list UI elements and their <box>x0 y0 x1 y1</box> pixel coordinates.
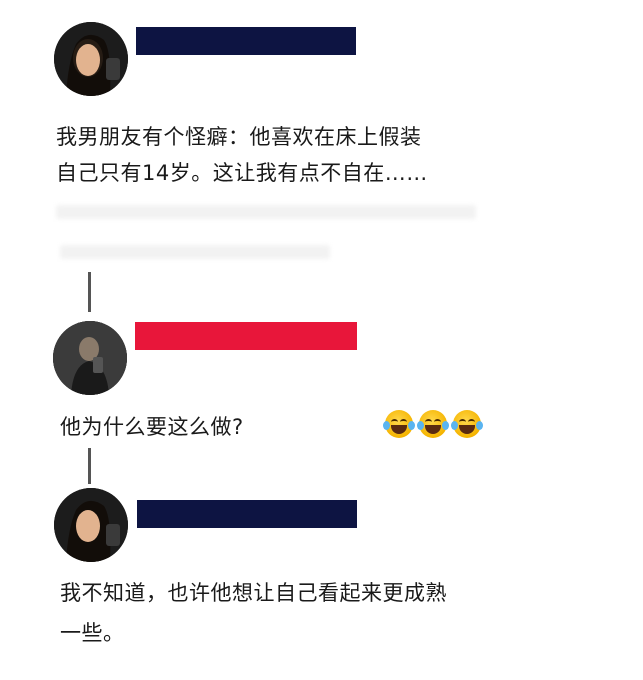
blurred-text <box>56 205 476 219</box>
avatar-woman[interactable] <box>54 488 128 562</box>
reply-text-line-2: 一些。 <box>60 621 125 645</box>
laugh-cry-emoji <box>417 410 449 438</box>
thread-connector-line <box>88 272 91 312</box>
avatar-man[interactable] <box>53 321 127 395</box>
reply-text-line-1: 我不知道，也许他想让自己看起来更成熟 <box>60 581 447 605</box>
laugh-cry-emoji <box>451 410 483 438</box>
username-redacted-bar <box>136 27 356 55</box>
laugh-cry-emoji <box>383 410 415 438</box>
emoji-group <box>383 410 485 440</box>
username-redacted-bar <box>137 500 357 528</box>
blurred-text <box>60 245 330 259</box>
post-text-line-1: 我男朋友有个怪癖：他喜欢在床上假装 <box>56 125 422 149</box>
avatar-woman-image <box>54 22 128 96</box>
avatar-woman-image <box>54 488 128 562</box>
username-redacted-bar <box>135 322 357 350</box>
avatar-man-image <box>53 321 127 395</box>
reply-text: 他为什么要这么做? <box>60 415 244 439</box>
thread-connector-line <box>88 448 91 484</box>
post-text-line-2: 自己只有14岁。这让我有点不自在…… <box>56 161 428 185</box>
avatar-woman[interactable] <box>54 22 128 96</box>
